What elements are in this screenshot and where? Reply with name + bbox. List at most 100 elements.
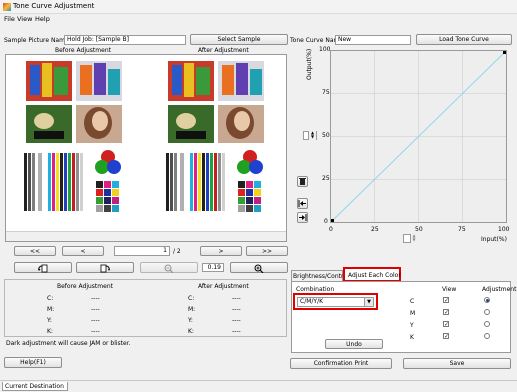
- density-row-label: C:: [47, 295, 54, 302]
- density-row-label: Y:: [47, 317, 52, 324]
- window-title: Tone Curve Adjustment: [13, 2, 95, 10]
- density-row-label: M:: [47, 306, 55, 313]
- preview-panel: [5, 54, 287, 242]
- load-tone-curve-button[interactable]: Load Tone Curve: [416, 34, 512, 45]
- move-left-button[interactable]: [297, 198, 308, 209]
- first-page-button[interactable]: <<: [14, 246, 56, 256]
- output-spinner[interactable]: ▲ ▼: [308, 131, 316, 140]
- view-checkbox-k[interactable]: ✓: [443, 333, 449, 340]
- view-checkbox-y[interactable]: ✓: [443, 321, 449, 328]
- after-preview-image: [156, 57, 276, 229]
- confirmation-print-button[interactable]: Confirmation Print: [290, 358, 392, 369]
- menu-file[interactable]: File: [4, 15, 15, 23]
- zoom-in-button[interactable]: [230, 262, 288, 273]
- arrow-right-icon: [299, 214, 307, 221]
- combination-value: C/M/Y/K: [300, 298, 324, 305]
- chevron-down-icon[interactable]: ▼: [364, 298, 373, 306]
- channel-label: Y: [410, 322, 414, 329]
- tab-adjust-each-color-label: Adjust Each Color: [348, 272, 401, 279]
- tone-curve-graph[interactable]: [330, 50, 507, 223]
- adjust-each-color-panel: Combination C/M/Y/K ▼ View Adjustment C …: [291, 281, 516, 353]
- input-axis-label: Input(%): [481, 236, 507, 243]
- density-after-value: ----: [232, 306, 241, 313]
- menu-bar: File View Help: [0, 14, 517, 24]
- adjust-radio-c[interactable]: [484, 297, 490, 303]
- view-checkbox-m[interactable]: ✓: [443, 309, 449, 316]
- density-rows: C: ---- C: ---- M: ---- M: ---- Y: ---- …: [5, 291, 286, 336]
- zoom-out-button[interactable]: [140, 262, 198, 273]
- channel-label: C: [410, 298, 415, 305]
- rotate-right-icon: [100, 264, 110, 273]
- next-page-button[interactable]: >: [200, 246, 242, 256]
- combination-select[interactable]: C/M/Y/K ▼: [297, 297, 374, 307]
- y-tick-100: 100: [319, 46, 331, 53]
- undo-button[interactable]: Undo: [325, 339, 383, 349]
- sample-picture-name-field[interactable]: Hold Job: [Sample B]: [64, 35, 186, 45]
- density-row-label: Y:: [188, 317, 193, 324]
- density-after-value: ----: [232, 317, 241, 324]
- app-icon: [3, 3, 11, 11]
- x-tick-25: 25: [371, 226, 379, 233]
- density-before-value: ----: [91, 295, 100, 302]
- density-row-label: K:: [47, 328, 53, 335]
- select-sample-button[interactable]: Select Sample: [190, 34, 288, 45]
- adjust-radio-m[interactable]: [484, 309, 490, 315]
- density-table: Before Adjustment After Adjustment C: --…: [4, 279, 287, 337]
- title-bar: Tone Curve Adjustment: [0, 0, 517, 14]
- rotate-left-icon: [38, 264, 48, 273]
- rotate-left-button[interactable]: [14, 262, 72, 273]
- density-before-header: Before Adjustment: [57, 283, 113, 290]
- output-axis-label: Output(%): [306, 48, 313, 80]
- x-tick-75: 75: [458, 226, 466, 233]
- delete-point-button[interactable]: [297, 176, 308, 187]
- input-spinner[interactable]: ▲ ▼: [410, 234, 417, 243]
- x-tick-0: 0: [329, 226, 333, 233]
- rotate-right-button[interactable]: [76, 262, 134, 273]
- density-row-label: K:: [188, 328, 194, 335]
- y-tick-0: 0: [324, 218, 328, 225]
- channel-label: K: [410, 334, 414, 341]
- density-row-label: M:: [188, 306, 196, 313]
- view-checkbox-c[interactable]: ✓: [443, 297, 449, 304]
- page-total-label: / 2: [173, 248, 181, 255]
- current-destination-label: Current Destination: [5, 383, 64, 390]
- curve-control-point: [331, 219, 334, 222]
- menu-help[interactable]: Help: [35, 15, 50, 23]
- density-after-value: ----: [232, 295, 241, 302]
- y-tick-25: 25: [322, 175, 330, 182]
- y-tick-75: 75: [322, 89, 330, 96]
- move-right-button[interactable]: [297, 212, 308, 223]
- density-after-header: After Adjustment: [198, 283, 249, 290]
- density-before-value: ----: [91, 317, 100, 324]
- after-adjustment-label: After Adjustment: [198, 47, 249, 54]
- arrow-left-icon: [298, 200, 306, 207]
- zoom-in-icon: [254, 264, 264, 273]
- sample-picture-name-label: Sample Picture Name: [4, 37, 69, 44]
- help-button[interactable]: Help(F1): [4, 357, 62, 368]
- tab-adjust-each-color[interactable]: Adjust Each Color: [343, 267, 401, 282]
- density-before-value: ----: [91, 328, 100, 335]
- before-adjustment-label: Before Adjustment: [55, 47, 111, 54]
- save-button[interactable]: Save: [403, 358, 511, 369]
- adjust-radio-y[interactable]: [484, 321, 490, 327]
- menu-view[interactable]: View: [17, 15, 32, 23]
- last-page-button[interactable]: >>: [246, 246, 288, 256]
- y-tick-50: 50: [322, 132, 330, 139]
- tone-curve-name-field[interactable]: New: [335, 35, 411, 45]
- curve-control-point: [503, 51, 506, 54]
- prev-page-button[interactable]: <: [62, 246, 104, 256]
- preview-horizontal-scrollbar[interactable]: [6, 231, 286, 241]
- page-number-field[interactable]: 1: [114, 246, 170, 256]
- zoom-level-field[interactable]: 0.19: [202, 263, 224, 272]
- density-after-value: ----: [232, 328, 241, 335]
- combination-highlight: C/M/Y/K ▼: [293, 293, 378, 310]
- density-row-label: C:: [188, 295, 195, 302]
- tab-brightness-contrast[interactable]: Brightness/Contrast: [291, 270, 353, 281]
- adjust-radio-k[interactable]: [484, 333, 490, 339]
- status-bar: Current Destination: [0, 380, 517, 392]
- before-preview-image: [14, 57, 134, 229]
- density-before-value: ----: [91, 306, 100, 313]
- warning-message: Dark adjustment will cause JAM or bliste…: [6, 340, 131, 347]
- trash-icon: [299, 178, 306, 185]
- tab-current-destination[interactable]: Current Destination: [2, 382, 68, 391]
